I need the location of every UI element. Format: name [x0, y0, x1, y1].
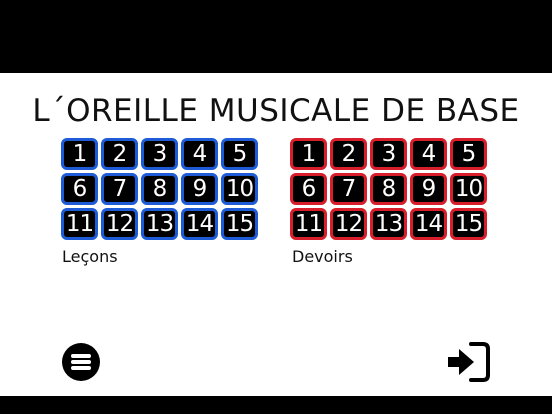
lesson-button-9[interactable]: 9	[181, 173, 218, 205]
lesson-button-6[interactable]: 6	[61, 173, 98, 205]
lesson-button-5[interactable]: 5	[221, 138, 258, 170]
page-title: L´OREILLE MUSICALE DE BASE	[32, 93, 520, 129]
homework-button-4[interactable]: 4	[410, 138, 447, 170]
top-bar	[0, 0, 552, 73]
lesson-button-2[interactable]: 2	[101, 138, 138, 170]
sign-in-icon[interactable]	[445, 341, 491, 383]
homework-button-10[interactable]: 10	[450, 173, 487, 205]
homework-button-13[interactable]: 13	[370, 208, 407, 240]
homework-button-7[interactable]: 7	[330, 173, 367, 205]
homework-button-12[interactable]: 12	[330, 208, 367, 240]
menu-line	[71, 354, 91, 358]
lesson-button-11[interactable]: 11	[61, 208, 98, 240]
sign-in-glyph	[448, 342, 490, 382]
lesson-button-13[interactable]: 13	[141, 208, 178, 240]
homework-button-5[interactable]: 5	[450, 138, 487, 170]
homework-button-8[interactable]: 8	[370, 173, 407, 205]
homework-label: Devoirs	[292, 247, 353, 266]
main-screen: L´OREILLE MUSICALE DE BASE 1 2 3 4 5 6 7…	[0, 73, 552, 396]
homework-grid: 1 2 3 4 5 6 7 8 9 10 11 12 13 14 15	[290, 138, 487, 240]
lesson-button-10[interactable]: 10	[221, 173, 258, 205]
homework-button-6[interactable]: 6	[290, 173, 327, 205]
lesson-button-8[interactable]: 8	[141, 173, 178, 205]
lesson-button-3[interactable]: 3	[141, 138, 178, 170]
lessons-grid: 1 2 3 4 5 6 7 8 9 10 11 12 13 14 15	[61, 138, 258, 240]
lesson-button-1[interactable]: 1	[61, 138, 98, 170]
homework-button-15[interactable]: 15	[450, 208, 487, 240]
homework-button-9[interactable]: 9	[410, 173, 447, 205]
homework-button-2[interactable]: 2	[330, 138, 367, 170]
menu-icon[interactable]	[62, 343, 100, 381]
menu-line	[71, 366, 91, 370]
bottom-bar	[0, 396, 552, 414]
homework-button-3[interactable]: 3	[370, 138, 407, 170]
homework-button-11[interactable]: 11	[290, 208, 327, 240]
lesson-button-15[interactable]: 15	[221, 208, 258, 240]
lesson-button-4[interactable]: 4	[181, 138, 218, 170]
lessons-label: Leçons	[62, 247, 118, 266]
homework-button-14[interactable]: 14	[410, 208, 447, 240]
homework-button-1[interactable]: 1	[290, 138, 327, 170]
menu-line	[71, 360, 91, 364]
lesson-button-14[interactable]: 14	[181, 208, 218, 240]
lesson-button-7[interactable]: 7	[101, 173, 138, 205]
lesson-button-12[interactable]: 12	[101, 208, 138, 240]
